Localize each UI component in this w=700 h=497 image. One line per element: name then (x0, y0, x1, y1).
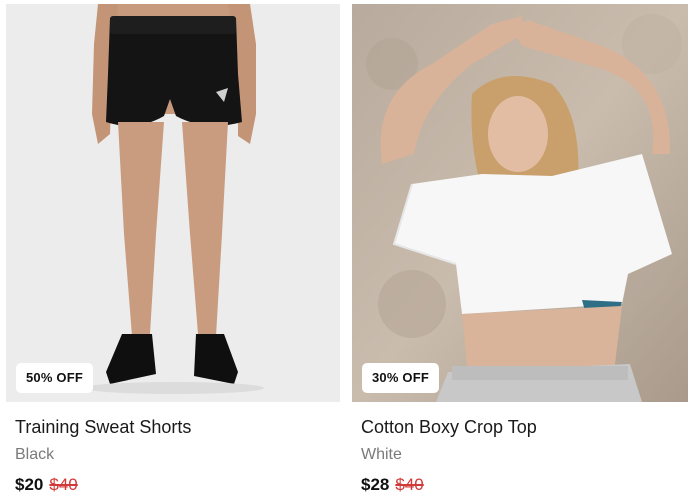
product-photo-crop-top (352, 4, 688, 402)
discount-badge: 50% OFF (16, 363, 94, 393)
product-color: Black (15, 446, 55, 463)
product-title[interactable]: Cotton Boxy Crop Top (361, 416, 537, 438)
product-photo-shorts (6, 4, 340, 402)
sale-price: $28 (361, 475, 390, 494)
product-image[interactable]: 50% OFF (6, 4, 340, 402)
product-color: White (361, 446, 402, 463)
product-image[interactable]: 30% OFF (352, 4, 688, 402)
product-card[interactable]: 50% OFF Training Sweat Shorts Black $20 $… (6, 4, 340, 497)
original-price: $40 (49, 475, 78, 494)
discount-badge: 30% OFF (362, 363, 440, 393)
original-price: $40 (395, 475, 424, 494)
product-grid: 50% OFF Training Sweat Shorts Black $20 $… (0, 0, 700, 497)
price-row: $28 $40 (361, 474, 424, 496)
product-title[interactable]: Training Sweat Shorts (15, 416, 191, 438)
product-card[interactable]: 30% OFF Cotton Boxy Crop Top White $28 $4… (352, 4, 688, 497)
price-row: $20 $40 (15, 474, 78, 496)
sale-price: $20 (15, 475, 44, 494)
